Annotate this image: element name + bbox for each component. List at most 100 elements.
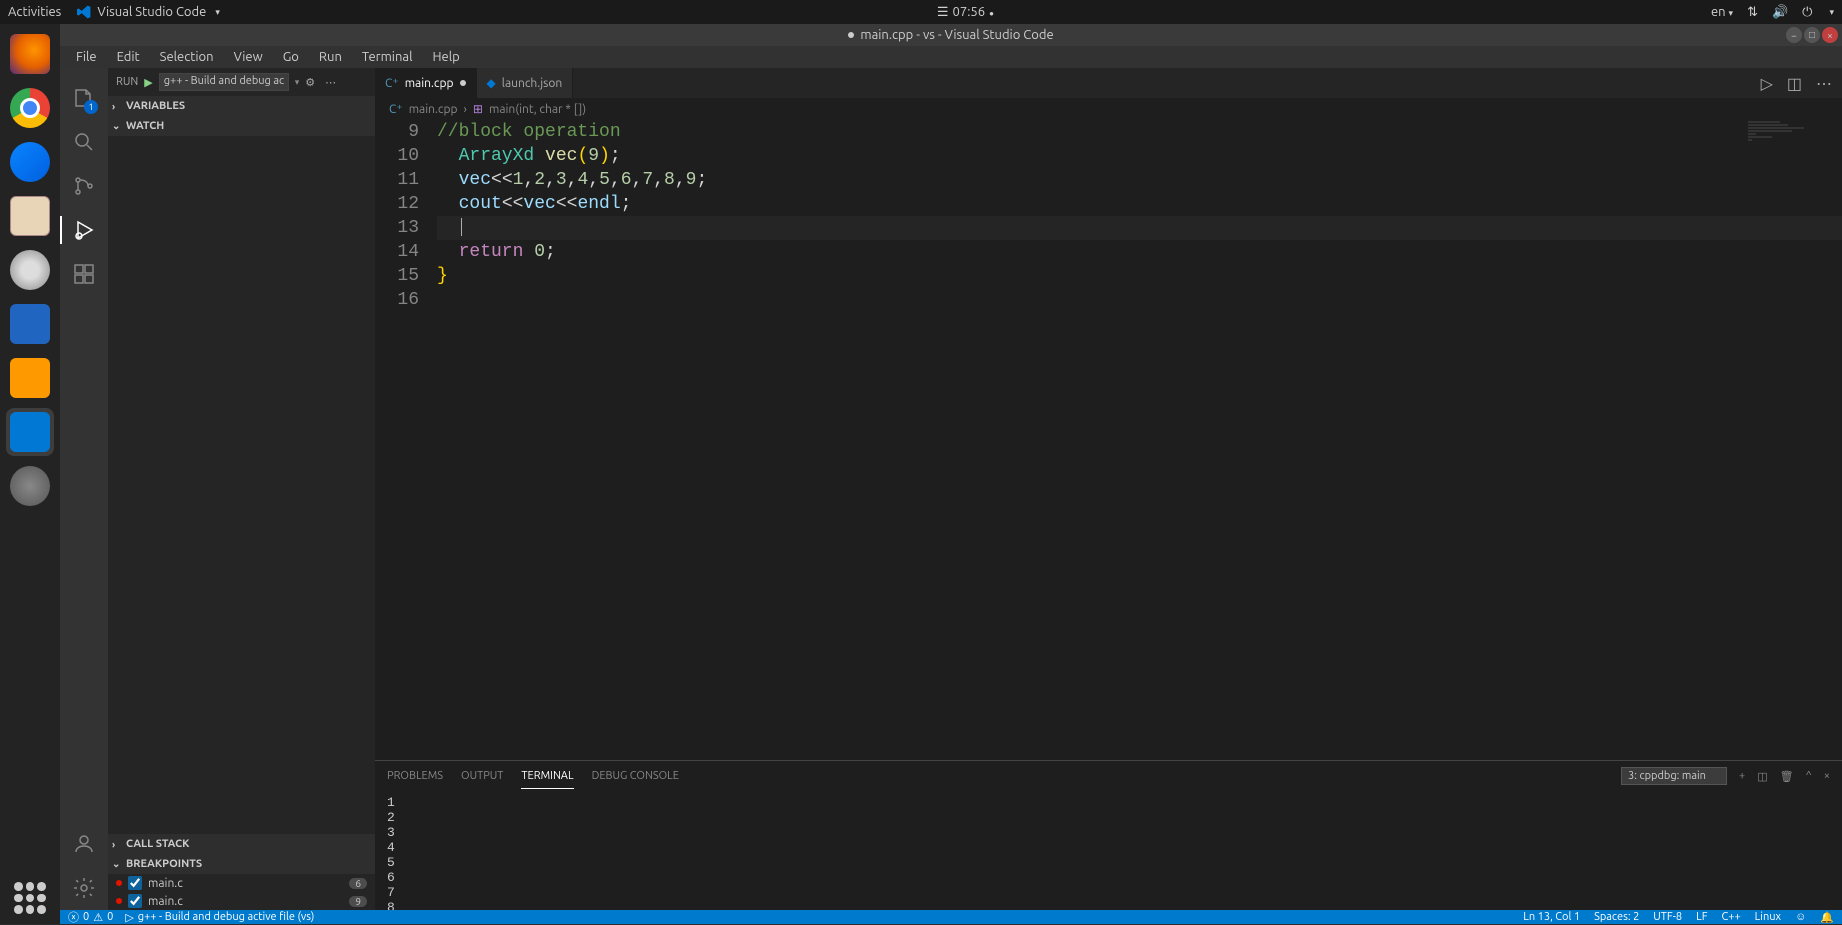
kill-terminal-icon[interactable]: 🗑 <box>1780 770 1794 783</box>
ellipsis-icon[interactable]: ⋯ <box>325 76 336 89</box>
menu-view[interactable]: View <box>226 48 271 66</box>
current-app-indicator[interactable]: Visual Studio Code ▾ <box>77 5 220 19</box>
callstack-section[interactable]: › CALL STACK <box>108 834 375 854</box>
activity-bar: 1 <box>60 68 108 910</box>
breakpoint-file: main.c <box>148 895 183 908</box>
debug-side-panel: RUN ▶ g++ - Build and debug ac ▾ ⚙ ⋯ › V… <box>108 68 375 910</box>
minimize-button[interactable]: − <box>1786 27 1802 43</box>
tab-label: main.cpp <box>405 77 454 90</box>
status-errors[interactable]: ⓧ 0 ⚠ 0 <box>68 909 113 925</box>
accounts-icon[interactable] <box>60 822 108 866</box>
tab-terminal[interactable]: TERMINAL <box>521 764 573 789</box>
status-cursor-pos[interactable]: Ln 13, Col 1 <box>1523 911 1580 924</box>
vscode-launcher[interactable] <box>6 408 54 456</box>
window-titlebar: main.cpp - vs - Visual Studio Code − □ × <box>60 24 1842 46</box>
code-editor[interactable]: 9 10 11 12 13 14 15 16 //block operation… <box>375 120 1842 760</box>
new-terminal-icon[interactable]: + <box>1739 770 1745 782</box>
chrome-launcher[interactable] <box>6 84 54 132</box>
run-file-icon[interactable]: ▷ <box>1761 74 1773 93</box>
modified-indicator-icon <box>848 32 854 38</box>
network-icon[interactable]: ⇅ <box>1747 5 1758 20</box>
tab-problems[interactable]: PROBLEMS <box>387 764 443 788</box>
more-actions-icon[interactable]: ⋯ <box>1816 74 1832 93</box>
tab-output[interactable]: OUTPUT <box>461 764 503 788</box>
menu-go[interactable]: Go <box>275 48 307 66</box>
editor-tabs: C⁺ main.cpp ◆ launch.json ▷ ◫ ⋯ <box>375 68 1842 98</box>
status-debug-config[interactable]: ▷ g++ - Build and debug active file (vs) <box>125 911 314 924</box>
panel-tabs: PROBLEMS OUTPUT TERMINAL DEBUG CONSOLE 3… <box>375 761 1842 791</box>
status-eol[interactable]: LF <box>1696 911 1707 924</box>
files-launcher[interactable] <box>6 192 54 240</box>
notifications-icon[interactable]: 🔔 <box>1820 911 1834 924</box>
tab-launch-json[interactable]: ◆ launch.json <box>477 68 574 98</box>
bottom-panel: PROBLEMS OUTPUT TERMINAL DEBUG CONSOLE 3… <box>375 760 1842 910</box>
settings-launcher[interactable] <box>6 462 54 510</box>
explorer-icon[interactable]: 1 <box>60 76 108 120</box>
tab-label: launch.json <box>502 77 562 90</box>
menu-terminal[interactable]: Terminal <box>354 48 421 66</box>
writer-launcher[interactable] <box>6 300 54 348</box>
cpp-file-icon: C⁺ <box>385 76 399 90</box>
variables-section[interactable]: › VARIABLES <box>108 96 375 116</box>
breadcrumb[interactable]: C⁺ main.cpp › ⊞ main(int, char * []) <box>375 98 1842 120</box>
modified-dot-icon <box>460 80 466 86</box>
split-terminal-icon[interactable]: ◫ <box>1757 770 1767 783</box>
maximize-button[interactable]: □ <box>1804 27 1820 43</box>
thunderbird-launcher[interactable] <box>6 138 54 186</box>
store-launcher[interactable] <box>6 354 54 402</box>
menu-help[interactable]: Help <box>424 48 467 66</box>
power-icon[interactable]: ⏻ <box>1802 5 1812 20</box>
breakpoint-item[interactable]: main.c 9 <box>108 892 375 910</box>
tab-debug-console[interactable]: DEBUG CONSOLE <box>592 764 679 788</box>
tab-main-cpp[interactable]: C⁺ main.cpp <box>375 68 477 98</box>
run-label: RUN <box>116 76 138 88</box>
split-editor-icon[interactable]: ◫ <box>1787 74 1802 93</box>
maximize-panel-icon[interactable]: ^ <box>1806 770 1812 782</box>
breakpoint-checkbox[interactable] <box>128 894 142 908</box>
feedback-icon[interactable]: ☺ <box>1795 911 1806 924</box>
run-header: RUN ▶ g++ - Build and debug ac ▾ ⚙ ⋯ <box>108 68 375 96</box>
status-lang[interactable]: C++ <box>1722 911 1741 924</box>
breakpoint-checkbox[interactable] <box>128 876 142 890</box>
clock[interactable]: ☰07:56● <box>220 5 1711 20</box>
breakpoint-line: 6 <box>349 878 367 889</box>
status-indent[interactable]: Spaces: 2 <box>1594 911 1639 924</box>
close-button[interactable]: × <box>1822 27 1838 43</box>
menu-edit[interactable]: Edit <box>109 48 148 66</box>
activities-button[interactable]: Activities <box>8 5 61 19</box>
run-debug-icon[interactable] <box>60 208 108 252</box>
language-indicator[interactable]: en▾ <box>1711 5 1733 19</box>
terminal-select[interactable]: 3: cppdbg: main <box>1621 767 1727 785</box>
status-os[interactable]: Linux <box>1755 911 1781 924</box>
text-cursor <box>461 218 462 236</box>
status-encoding[interactable]: UTF-8 <box>1653 911 1682 924</box>
breakpoint-dot-icon <box>116 898 122 904</box>
search-icon[interactable] <box>60 120 108 164</box>
debug-config-select[interactable]: g++ - Build and debug ac <box>159 73 289 91</box>
gear-icon[interactable]: ⚙ <box>305 76 315 89</box>
show-apps-button[interactable] <box>6 874 54 922</box>
menu-run[interactable]: Run <box>311 48 350 66</box>
window-title-text: main.cpp - vs - Visual Studio Code <box>860 28 1053 42</box>
breakpoint-item[interactable]: main.c 6 <box>108 874 375 892</box>
terminal-output[interactable]: 1 2 3 4 5 6 7 8 <box>375 791 1842 910</box>
menu-file[interactable]: File <box>68 48 105 66</box>
breadcrumb-symbol: main(int, char * []) <box>489 103 586 116</box>
close-panel-icon[interactable]: × <box>1824 770 1830 782</box>
volume-icon[interactable]: 🔊 <box>1772 5 1788 20</box>
minimap[interactable] <box>1748 120 1828 180</box>
start-debug-icon[interactable]: ▶ <box>144 76 152 89</box>
source-control-icon[interactable] <box>60 164 108 208</box>
watch-section[interactable]: ⌄ WATCH <box>108 116 375 136</box>
callstack-label: CALL STACK <box>126 838 189 850</box>
breakpoints-section[interactable]: ⌄ BREAKPOINTS <box>108 854 375 874</box>
firefox-launcher[interactable] <box>6 30 54 78</box>
settings-icon[interactable] <box>60 866 108 910</box>
code-content[interactable]: //block operation ArrayXd vec(9); vec<<1… <box>437 120 1842 760</box>
extensions-icon[interactable] <box>60 252 108 296</box>
vscode-icon <box>77 5 91 19</box>
status-bar: ⓧ 0 ⚠ 0 ▷ g++ - Build and debug active f… <box>60 910 1842 924</box>
menu-selection[interactable]: Selection <box>152 48 222 66</box>
breakpoint-line: 9 <box>349 896 367 907</box>
disks-launcher[interactable] <box>6 246 54 294</box>
